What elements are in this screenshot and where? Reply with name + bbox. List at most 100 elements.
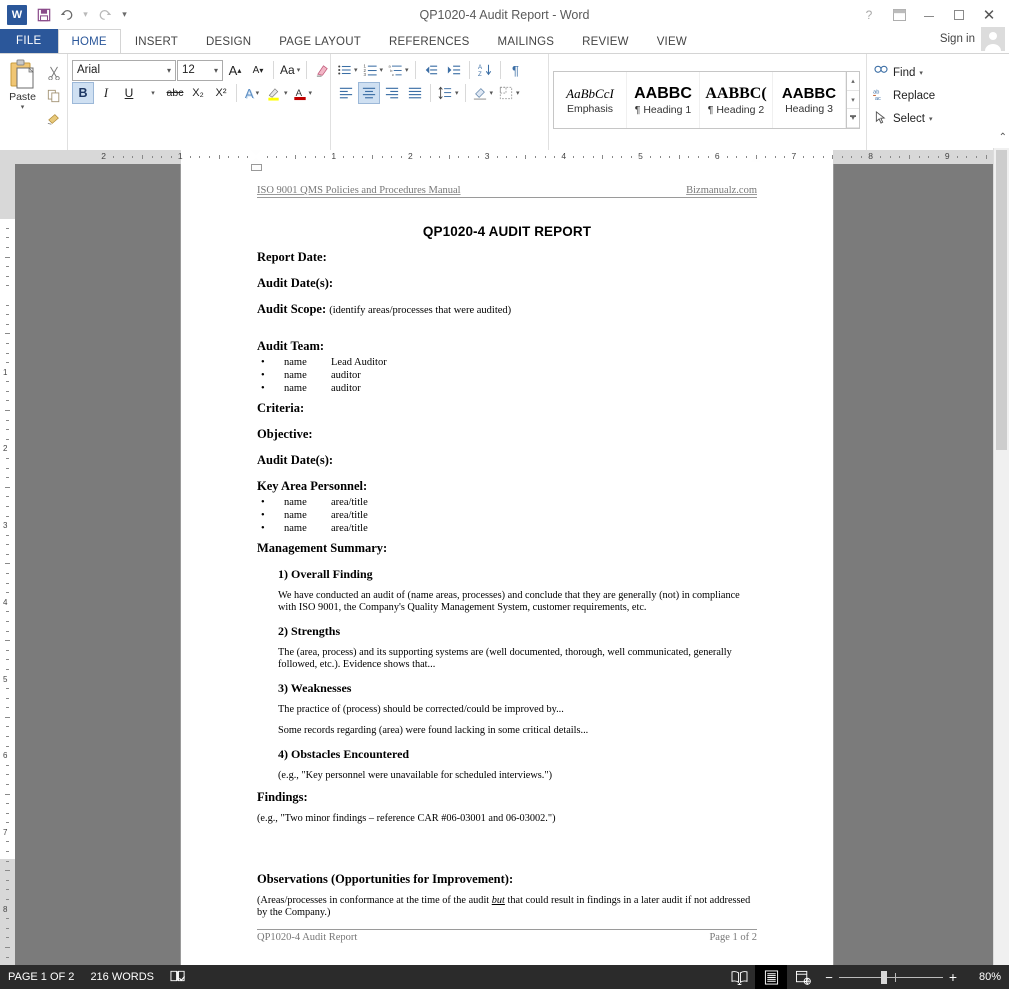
select-caret-icon[interactable]: ▾ [929, 115, 933, 123]
align-right-icon[interactable] [381, 82, 403, 104]
superscript-button[interactable]: X² [210, 82, 232, 104]
paste-caret-icon[interactable]: ▾ [21, 103, 25, 111]
align-left-icon[interactable] [335, 82, 357, 104]
zoom-track[interactable] [838, 970, 943, 984]
paragraph-divider-4 [430, 84, 431, 102]
shading-icon[interactable]: ▾ [470, 82, 496, 104]
font-size-caret-icon[interactable]: ▾ [214, 66, 220, 75]
styles-scroll-up-icon[interactable]: ▴ [847, 72, 859, 91]
word-count[interactable]: 216 WORDS [90, 971, 154, 983]
borders-icon[interactable]: ▾ [496, 82, 522, 104]
print-layout-button[interactable] [755, 965, 788, 989]
close-icon[interactable]: ✕ [975, 4, 1003, 26]
help-icon[interactable]: ? [855, 4, 883, 26]
increase-indent-icon[interactable] [443, 59, 465, 81]
show-formatting-marks-icon[interactable]: ¶ [505, 59, 527, 81]
paragraph-row-1: ▾ 123 ▾ abc ▾ AZ ¶ [335, 57, 527, 81]
tab-review[interactable]: REVIEW [568, 29, 643, 53]
font-name-caret-icon[interactable]: ▾ [167, 66, 173, 75]
underline-button[interactable]: U [118, 82, 140, 104]
tab-references[interactable]: REFERENCES [375, 29, 484, 53]
style-heading-3[interactable]: AABBC Heading 3 [773, 72, 846, 128]
select-button[interactable]: Select ▾ [871, 107, 955, 130]
paste-button[interactable]: Paste ▾ [3, 59, 43, 129]
signin-label[interactable]: Sign in [940, 33, 975, 45]
styles-scroll-down-icon[interactable]: ▾ [847, 91, 859, 110]
tab-insert[interactable]: INSERT [121, 29, 192, 53]
strikethrough-button[interactable]: abc [164, 82, 186, 104]
copy-icon[interactable] [43, 85, 65, 106]
minimize-icon[interactable] [915, 4, 943, 26]
find-caret-icon[interactable]: ▾ [919, 69, 923, 77]
grow-font-icon[interactable]: A ▴ [224, 59, 246, 81]
zoom-slider[interactable]: − + [825, 969, 957, 985]
scrollbar-thumb[interactable] [996, 150, 1007, 450]
multilevel-list-icon[interactable]: abc ▾ [386, 59, 411, 81]
horizontal-ruler[interactable]: 2 1 1 2 3 4 5 6 7 8 9 [0, 150, 1009, 171]
replace-button[interactable]: ab ac Replace [871, 84, 955, 107]
sort-icon[interactable]: AZ [474, 59, 496, 81]
collapse-ribbon-icon[interactable]: ⌃ [999, 132, 1007, 143]
tab-mailings[interactable]: MAILINGS [484, 29, 569, 53]
subscript-button[interactable]: X₂ [187, 82, 209, 104]
document-footer[interactable]: QP1020-4 Audit Report Page 1 of 2 [257, 929, 757, 943]
bold-button[interactable]: B [72, 82, 94, 104]
zoom-out-button[interactable]: − [825, 970, 833, 985]
clear-formatting-icon[interactable] [311, 59, 333, 81]
styles-more-icon[interactable]: ▬ ▾ [847, 109, 859, 129]
text-effects-icon[interactable]: A ▾ [241, 82, 263, 104]
ruler-tick [381, 156, 383, 158]
line-spacing-icon[interactable]: ▾ [435, 82, 461, 104]
font-size-combobox[interactable]: 12 ▾ [177, 59, 223, 81]
signin-area[interactable]: Sign in [940, 27, 1009, 53]
zoom-level[interactable]: 80% [967, 971, 1001, 983]
maximize-icon[interactable] [945, 4, 973, 26]
tab-view[interactable]: VIEW [643, 29, 701, 53]
undo-icon[interactable] [55, 4, 77, 26]
justify-icon[interactable] [404, 82, 426, 104]
read-mode-button[interactable] [723, 965, 755, 989]
left-indent-marker[interactable] [251, 164, 262, 171]
tab-design[interactable]: DESIGN [192, 29, 265, 53]
style-heading-1[interactable]: AABBC ¶ Heading 1 [627, 72, 700, 128]
zoom-thumb[interactable] [880, 970, 887, 984]
heading-overall-finding: 1) Overall Finding [278, 567, 373, 581]
web-layout-button[interactable] [787, 965, 819, 989]
zoom-in-button[interactable]: + [949, 969, 957, 985]
page-indicator[interactable]: PAGE 1 OF 2 [8, 971, 74, 983]
font-name-combobox[interactable]: Arial ▾ [72, 59, 176, 81]
find-button[interactable]: Find ▾ [871, 61, 955, 84]
style-heading-2[interactable]: AABBC( ¶ Heading 2 [700, 72, 773, 128]
ribbon-display-options-icon[interactable] [885, 4, 913, 26]
document-page[interactable]: ISO 9001 QMS Policies and Procedures Man… [181, 164, 833, 965]
align-center-icon[interactable] [358, 82, 380, 104]
customize-quick-access-toolbar-icon[interactable]: ▾ [116, 4, 133, 26]
tab-home[interactable]: HOME [57, 29, 121, 53]
shrink-font-icon[interactable]: A ▾ [247, 59, 269, 81]
document-header[interactable]: ISO 9001 QMS Policies and Procedures Man… [257, 185, 757, 198]
bullets-icon[interactable]: ▾ [335, 59, 360, 81]
style-emphasis[interactable]: AaBbCcI Emphasis [554, 72, 627, 128]
font-color-icon[interactable]: A ▾ [291, 82, 315, 104]
tab-file[interactable]: FILE [0, 29, 58, 53]
italic-button[interactable]: I [95, 82, 117, 104]
vertical-scrollbar[interactable]: ⌃ [993, 132, 1009, 965]
vertical-ruler-tick [6, 304, 9, 306]
proofing-icon[interactable] [170, 969, 186, 986]
format-painter-icon[interactable] [43, 108, 65, 129]
text-highlight-color-icon[interactable]: ▾ [264, 82, 290, 104]
redo-icon[interactable] [94, 4, 116, 26]
vertical-ruler-label: 3 [3, 521, 8, 531]
first-line-indent-marker[interactable] [251, 150, 261, 164]
change-case-icon[interactable]: Aa ▾ [278, 59, 302, 81]
document-body[interactable]: QP1020-4 AUDIT REPORT Report Date: Audit… [257, 224, 757, 918]
decrease-indent-icon[interactable] [420, 59, 442, 81]
save-icon[interactable] [33, 4, 55, 26]
word-logo-icon: W [7, 4, 27, 25]
undo-dropdown-icon[interactable]: ▾ [77, 4, 94, 26]
cut-icon[interactable] [43, 62, 65, 83]
numbering-icon[interactable]: 123 ▾ [361, 59, 386, 81]
underline-caret-icon[interactable]: ▾ [141, 82, 163, 104]
tab-page-layout[interactable]: PAGE LAYOUT [265, 29, 375, 53]
avatar[interactable] [981, 27, 1005, 51]
